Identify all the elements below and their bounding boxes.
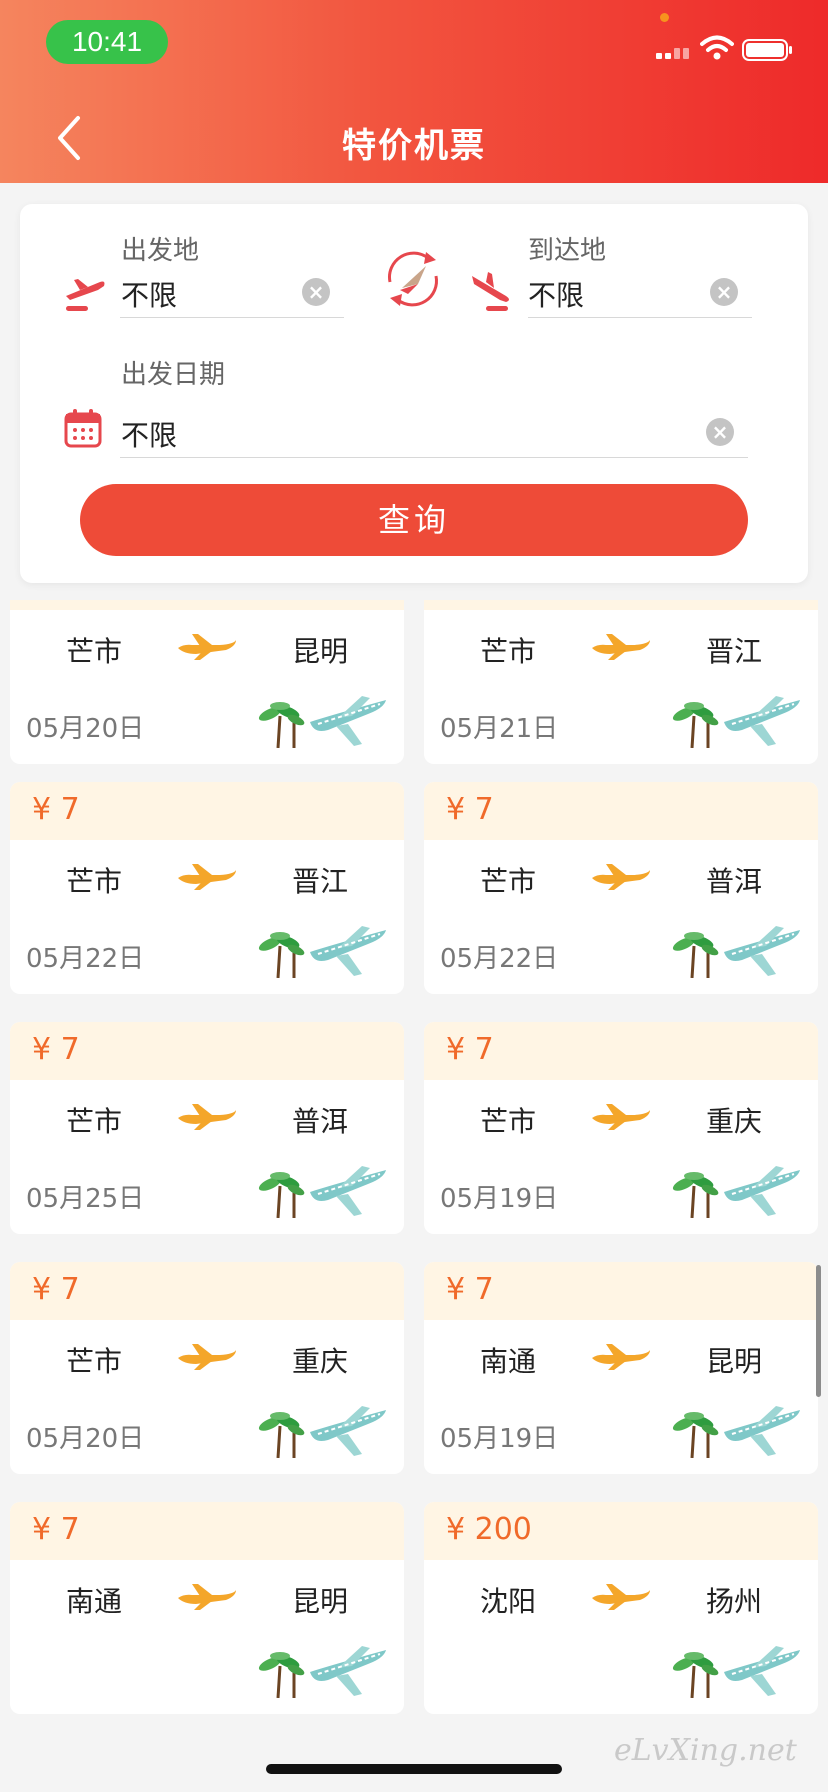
flight-card[interactable]: ¥ 200 沈阳 扬州 [424, 1502, 818, 1714]
palm-tree-airplane-icon [672, 1642, 802, 1699]
wifi-icon [700, 35, 734, 60]
arrival-label: 到达地 [528, 236, 607, 266]
departure-clear-icon[interactable]: × [302, 278, 330, 306]
palm-tree-airplane-icon [258, 692, 388, 749]
flight-card[interactable]: ¥ 7芒市晋江05月21日 [424, 600, 818, 764]
route-plane-icon [590, 1102, 652, 1132]
departure-city: 南通 [66, 1585, 123, 1618]
palm-tree-airplane-icon [258, 1642, 388, 1699]
date-clear-icon[interactable]: × [706, 418, 734, 446]
palm-tree-airplane-icon [258, 1402, 388, 1459]
flight-card[interactable]: ¥ 7 芒市 普洱 05月22日 [424, 782, 818, 994]
flight-card[interactable]: ¥ 7 芒市 普洱 05月25日 [10, 1022, 404, 1234]
watermark: eLvXing.net [614, 1733, 797, 1768]
departure-city: 芒市 [480, 865, 537, 898]
route-plane-icon [176, 862, 238, 892]
palm-tree-airplane-icon [258, 1162, 388, 1219]
page-title: 特价机票 [342, 126, 486, 166]
flight-price: ¥ 7 [32, 1272, 80, 1307]
flight-card[interactable]: ¥ 7 芒市 晋江 05月22日 [10, 782, 404, 994]
departure-city: 芒市 [66, 635, 123, 668]
status-time: 10:41 [46, 20, 168, 64]
arrival-city: 晋江 [705, 635, 762, 668]
departure-city: 芒市 [66, 865, 123, 898]
arrival-city: 普洱 [291, 1105, 348, 1138]
departure-city: 芒市 [480, 1105, 537, 1138]
arrival-clear-icon[interactable]: × [710, 278, 738, 306]
date-field[interactable]: 不限 [121, 414, 177, 454]
flight-date: 05月20日 [26, 1424, 145, 1454]
flight-card[interactable]: ¥ 7 芒市 重庆 05月20日 [10, 1262, 404, 1474]
search-panel: 出发地 不限 × 到达地 不限 × 出发日期 不限 × 查询 [20, 204, 808, 583]
palm-tree-airplane-icon [258, 922, 388, 979]
arrival-city: 晋江 [291, 865, 348, 898]
arrival-field[interactable]: 不限 [528, 274, 584, 314]
takeoff-icon [66, 279, 105, 311]
route-plane-icon [176, 632, 238, 662]
arrival-city: 普洱 [705, 865, 762, 898]
arrival-underline [528, 317, 752, 318]
flight-date: 05月22日 [440, 944, 559, 974]
arrival-city: 扬州 [705, 1585, 762, 1618]
departure-city: 芒市 [66, 1345, 123, 1378]
departure-label: 出发地 [121, 236, 200, 266]
flight-date: 05月22日 [26, 944, 145, 974]
arrival-city: 昆明 [705, 1345, 762, 1378]
route-plane-icon [590, 862, 652, 892]
date-underline [120, 457, 748, 458]
departure-city: 南通 [480, 1345, 537, 1378]
palm-tree-airplane-icon [672, 1162, 802, 1219]
cellular-signal-icon [656, 48, 689, 59]
flight-date: 05月19日 [440, 1424, 559, 1454]
flight-price: ¥ 7 [446, 792, 494, 827]
landing-icon [472, 272, 509, 311]
palm-tree-airplane-icon [672, 692, 802, 749]
route-plane-icon [590, 1582, 652, 1612]
battery-icon [742, 39, 792, 61]
flight-price: ¥ 7 [446, 1272, 494, 1307]
flight-list[interactable]: ¥ 7芒市昆明05月20日¥ 7芒市晋江05月21日¥ 7芒市晋江05月22日¥… [0, 600, 828, 1722]
route-plane-icon [176, 1102, 238, 1132]
flight-date: 05月25日 [26, 1184, 145, 1214]
flight-date: 05月20日 [26, 714, 145, 744]
route-plane-icon [176, 1342, 238, 1372]
route-plane-icon [590, 632, 652, 662]
arrival-city: 昆明 [291, 1585, 348, 1618]
header-bar: 10:41 特价机票 [0, 0, 828, 183]
flight-card[interactable]: ¥ 7芒市昆明05月20日 [10, 600, 404, 764]
price-bar [10, 600, 404, 610]
arrival-city: 昆明 [291, 635, 348, 668]
flight-price: ¥ 7 [32, 1032, 80, 1067]
home-indicator[interactable] [266, 1764, 562, 1774]
query-button[interactable]: 查询 [80, 484, 748, 556]
route-plane-icon [176, 1582, 238, 1612]
swap-icon[interactable] [378, 244, 448, 314]
palm-tree-airplane-icon [672, 1402, 802, 1459]
flight-price: ¥ 200 [446, 1512, 532, 1547]
route-plane-icon [590, 1342, 652, 1372]
flight-card[interactable]: ¥ 7 南通 昆明 [10, 1502, 404, 1714]
scrollbar[interactable] [816, 1265, 821, 1397]
arrival-city: 重庆 [705, 1105, 762, 1138]
date-label: 出发日期 [121, 360, 226, 390]
recording-dot-icon [660, 13, 669, 22]
price-bar [424, 600, 818, 610]
flight-price: ¥ 7 [446, 1032, 494, 1067]
departure-underline [120, 317, 344, 318]
flight-price: ¥ 7 [32, 1512, 80, 1547]
calendar-icon [64, 409, 102, 448]
palm-tree-airplane-icon [672, 922, 802, 979]
departure-city: 芒市 [480, 635, 537, 668]
flight-date: 05月21日 [440, 714, 559, 744]
departure-field[interactable]: 不限 [121, 274, 177, 314]
flight-card[interactable]: ¥ 7 南通 昆明 05月19日 [424, 1262, 818, 1474]
flight-price: ¥ 7 [32, 792, 80, 827]
flight-date: 05月19日 [440, 1184, 559, 1214]
departure-city: 沈阳 [480, 1585, 537, 1618]
flight-card[interactable]: ¥ 7 芒市 重庆 05月19日 [424, 1022, 818, 1234]
arrival-city: 重庆 [291, 1345, 348, 1378]
departure-city: 芒市 [66, 1105, 123, 1138]
